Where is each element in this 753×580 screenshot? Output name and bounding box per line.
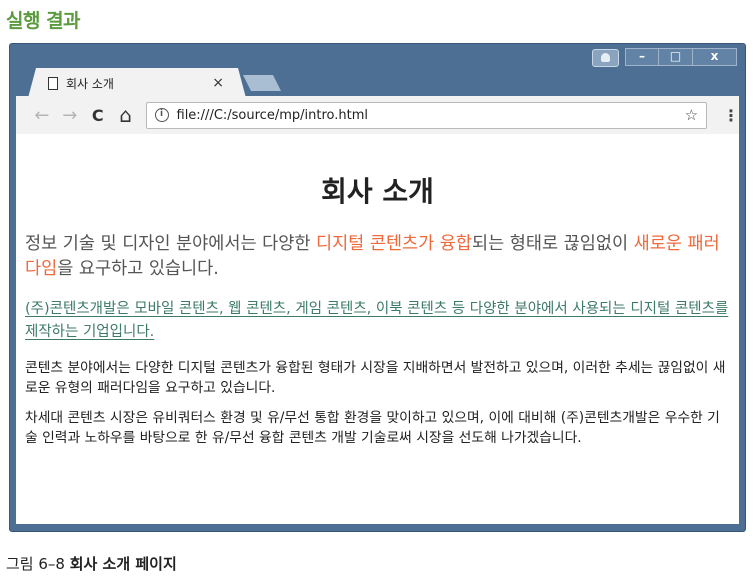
tab-bar: 회사 소개 × xyxy=(10,66,745,98)
lead-highlight-1: 디지털 콘텐츠가 융합 xyxy=(315,234,473,254)
new-tab-button[interactable] xyxy=(243,75,281,91)
paragraph-2: 차세대 콘텐츠 시장은 유비쿼터스 환경 및 유/무선 통합 환경을 맞이하고 … xyxy=(25,410,720,446)
info-icon[interactable]: i xyxy=(154,108,169,122)
bookmark-star-icon[interactable]: ☆ xyxy=(685,106,698,124)
minimize-button[interactable]: – xyxy=(625,48,659,66)
caption-number: 그림 6–8 xyxy=(6,555,70,573)
browser-toolbar: ← → C ⌂ i file:///C:/source/mp/intro.htm… xyxy=(16,96,739,134)
menu-icon[interactable]: ⋮ xyxy=(723,106,739,125)
page-content: 회사 소개 정보 기술 및 디자인 분야에서는 다양한 디지털 콘텐츠가 융합되… xyxy=(16,134,739,524)
lead-paragraph: 정보 기술 및 디자인 분야에서는 다양한 디지털 콘텐츠가 융합되는 형태로 … xyxy=(25,232,730,282)
section-title: 실행 결과 xyxy=(6,10,81,32)
document-icon xyxy=(48,76,58,90)
maximize-button[interactable]: □ xyxy=(659,48,693,66)
forward-icon[interactable]: → xyxy=(56,105,84,126)
address-bar[interactable]: i file:///C:/source/mp/intro.html ☆ xyxy=(145,101,708,129)
paragraph-1: 콘텐츠 분야에서는 다양한 디지털 콘텐츠가 융합된 형태가 시장을 지배하면서… xyxy=(25,360,726,396)
close-window-button[interactable]: x xyxy=(693,48,737,66)
lead-text-2: 되는 형태로 끊임없이 xyxy=(472,234,634,254)
lead-text-3: 을 요구하고 있습니다. xyxy=(57,259,219,279)
browser-window: – □ x 회사 소개 × ← → C ⌂ i file:///C:/sourc… xyxy=(9,43,746,532)
figure-caption: 그림 6–8 회사 소개 페이지 xyxy=(6,553,177,574)
tab-intro[interactable]: 회사 소개 × xyxy=(28,68,246,98)
caption-title: 회사 소개 페이지 xyxy=(69,555,177,573)
lead-text-1: 정보 기술 및 디자인 분야에서는 다양한 xyxy=(25,234,316,254)
tab-close-icon[interactable]: × xyxy=(212,75,224,91)
user-profile-icon[interactable] xyxy=(592,49,619,67)
company-link[interactable]: (주)콘텐츠개발은 모바일 콘텐츠, 웹 콘텐츠, 게임 콘텐츠, 이북 콘텐츠… xyxy=(25,298,730,344)
url-text[interactable]: file:///C:/source/mp/intro.html xyxy=(177,108,685,123)
reload-icon[interactable]: C xyxy=(84,106,112,125)
tab-title: 회사 소개 xyxy=(66,76,114,91)
page-heading: 회사 소개 xyxy=(321,175,434,208)
home-icon[interactable]: ⌂ xyxy=(112,103,140,127)
back-icon[interactable]: ← xyxy=(28,105,56,126)
window-controls: – □ x xyxy=(592,48,737,67)
